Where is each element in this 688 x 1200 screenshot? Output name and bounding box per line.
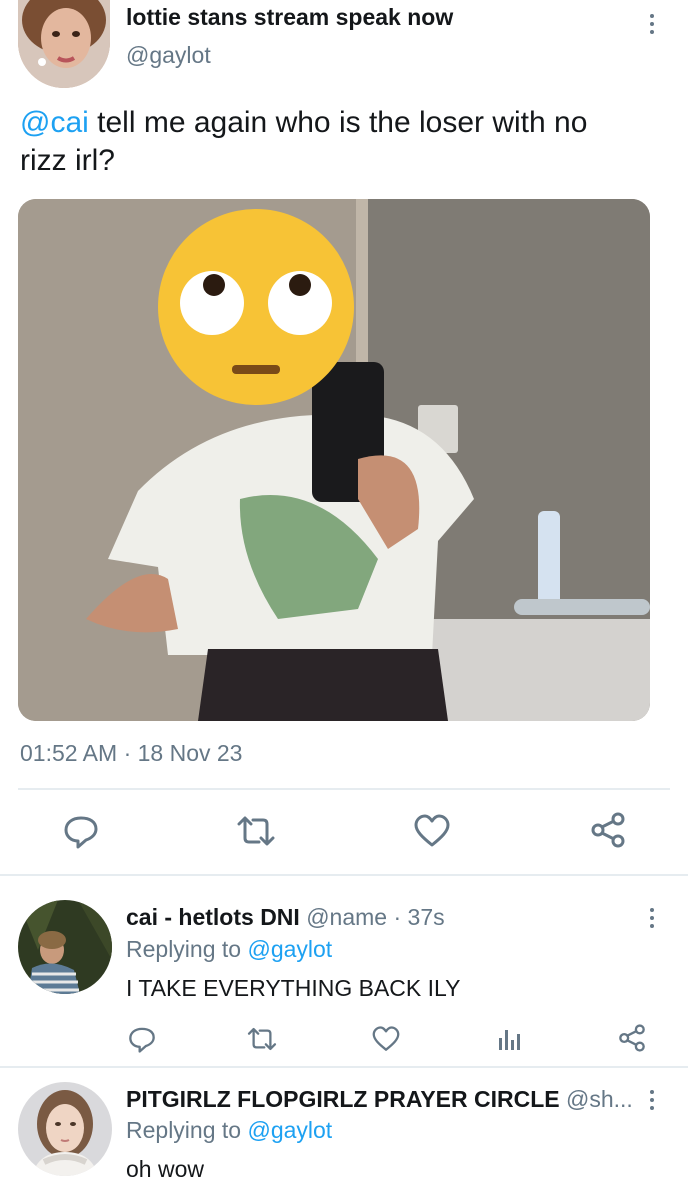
reply-display-name[interactable]: cai - hetlots DNI xyxy=(126,904,300,930)
reply-header: PITGIRLZ FLOPGIRLZ PRAYER CIRCLE @sh... xyxy=(126,1086,633,1113)
reply-like-button[interactable] xyxy=(370,1024,402,1054)
reply-avatar[interactable] xyxy=(18,900,112,994)
reply-button[interactable] xyxy=(62,812,100,850)
like-icon xyxy=(414,814,450,847)
reply-text: oh wow xyxy=(126,1156,204,1182)
mention-link[interactable]: @cai xyxy=(20,106,89,139)
author-avatar[interactable] xyxy=(18,0,110,88)
reply-avatar-image xyxy=(18,900,112,994)
divider xyxy=(0,1066,688,1068)
retweet-icon xyxy=(247,1027,277,1051)
share-icon xyxy=(619,1024,645,1052)
replying-to-label: Replying to xyxy=(126,936,248,962)
like-icon xyxy=(372,1026,400,1051)
author-handle[interactable]: @gaylot xyxy=(126,42,211,69)
reply-reply-button[interactable] xyxy=(126,1024,158,1054)
avatar-image xyxy=(18,0,110,88)
reply-handle[interactable]: @sh... xyxy=(566,1086,633,1112)
reply-time[interactable]: · 37s xyxy=(387,904,444,930)
replying-to-handle[interactable]: @gaylot xyxy=(247,936,332,962)
reply-avatar-image xyxy=(18,1082,112,1176)
more-options-icon[interactable] xyxy=(647,14,657,34)
tweet-text: @cai tell me again who is the loser with… xyxy=(20,104,670,180)
reply-icon xyxy=(64,816,98,849)
share-button[interactable] xyxy=(588,810,628,850)
media-image xyxy=(18,199,650,721)
reply-text: I TAKE EVERYTHING BACK ILY xyxy=(126,975,461,1001)
reply-icon xyxy=(129,1027,155,1053)
reply-handle[interactable]: @name xyxy=(306,904,387,930)
reply-context: Replying to @gaylot xyxy=(126,1117,332,1144)
divider xyxy=(0,874,688,876)
share-icon xyxy=(591,812,625,848)
replying-to-handle[interactable]: @gaylot xyxy=(247,1117,332,1143)
reply-avatar[interactable] xyxy=(18,1082,112,1176)
replying-to-label: Replying to xyxy=(126,1117,248,1143)
divider xyxy=(18,788,670,790)
reply-more-options-icon[interactable] xyxy=(647,1090,657,1110)
reply-share-button[interactable] xyxy=(616,1022,648,1054)
reply-context: Replying to @gaylot xyxy=(126,936,332,963)
reply-header: cai - hetlots DNI @name · 37s xyxy=(126,904,445,931)
like-button[interactable] xyxy=(412,812,452,850)
tweet-text-line1: tell me again who is the loser with no xyxy=(88,106,588,139)
reply-retweet-button[interactable] xyxy=(244,1024,280,1054)
tweet-media[interactable] xyxy=(18,199,650,721)
reply-analytics-button[interactable] xyxy=(494,1024,524,1054)
analytics-icon xyxy=(499,1030,520,1050)
reply-more-options-icon[interactable] xyxy=(647,908,657,928)
author-display-name[interactable]: lottie stans stream speak now xyxy=(126,4,453,31)
tweet-text-line2: rizz irl? xyxy=(20,144,115,177)
retweet-button[interactable] xyxy=(234,812,278,850)
retweet-icon xyxy=(237,816,275,846)
reply-display-name[interactable]: PITGIRLZ FLOPGIRLZ PRAYER CIRCLE xyxy=(126,1086,560,1112)
tweet-timestamp[interactable]: 01:52 AM · 18 Nov 23 xyxy=(20,740,242,767)
